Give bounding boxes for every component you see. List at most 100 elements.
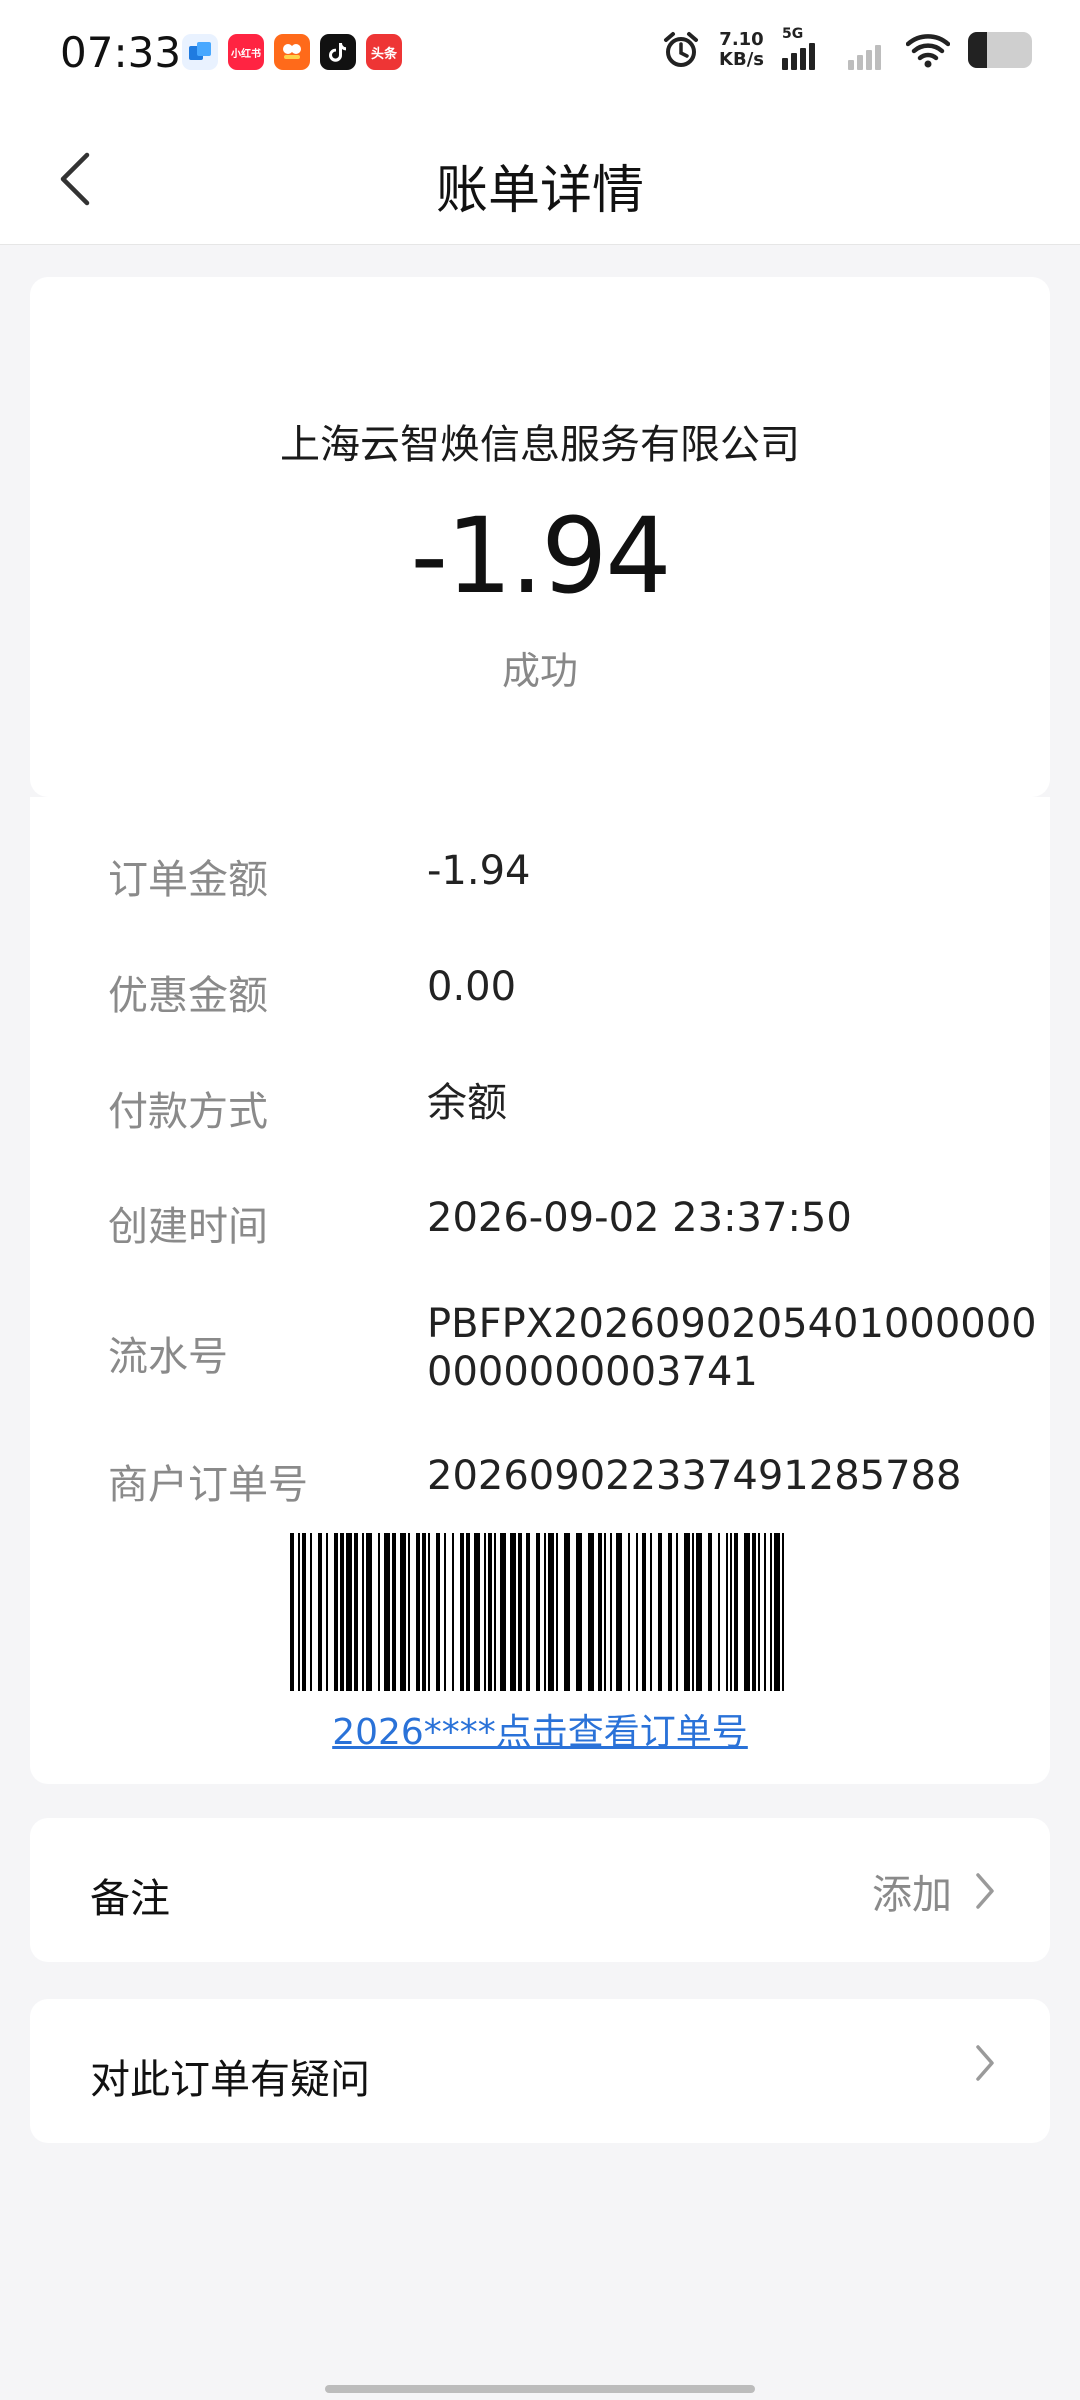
- barcode-bar: [676, 1533, 678, 1691]
- order-question-row[interactable]: 对此订单有疑问: [30, 1999, 1050, 2143]
- barcode-bar: [466, 1533, 470, 1691]
- battery-fill: [968, 32, 988, 68]
- screen: 07:33 小红书 头条 7.10 KB/s 5G 账单详情 上海云智焕信息服务…: [0, 0, 1080, 2400]
- barcode-bar: [758, 1533, 760, 1691]
- barcode-bar: [518, 1533, 522, 1691]
- barcode-bar: [734, 1533, 738, 1691]
- barcode-bar: [290, 1533, 294, 1691]
- status-bar: 07:33 小红书 头条 7.10 KB/s 5G: [0, 0, 1080, 110]
- battery-icon: [968, 32, 1032, 68]
- barcode-bar: [744, 1533, 750, 1691]
- barcode-bar: [460, 1533, 464, 1691]
- barcode-bar: [474, 1533, 480, 1691]
- xiaohongshu-icon: 小红书: [228, 34, 264, 70]
- barcode-bar: [774, 1533, 780, 1691]
- barcode-bar: [658, 1533, 662, 1691]
- barcode-bar: [400, 1533, 406, 1691]
- barcode-bar: [650, 1533, 652, 1691]
- tiktok-icon: [320, 34, 356, 70]
- barcode-image: [290, 1533, 784, 1691]
- barcode-bar: [436, 1533, 440, 1691]
- detail-value: PBFPX20260902054010000000000000003741: [427, 1301, 1037, 1395]
- detail-label: 商户订单号: [108, 1462, 308, 1508]
- barcode-bar: [576, 1533, 582, 1691]
- merchant-name: 上海云智焕信息服务有限公司: [280, 422, 800, 468]
- barcode-bar: [428, 1533, 430, 1691]
- barcode-bar: [298, 1533, 300, 1691]
- detail-value: 余额: [427, 1080, 507, 1126]
- detail-label: 流水号: [108, 1334, 228, 1380]
- barcode-bar: [708, 1533, 712, 1691]
- barcode-bar: [616, 1533, 622, 1691]
- remark-add-text: 添加: [872, 1872, 952, 1918]
- barcode-bar: [334, 1533, 338, 1691]
- barcode-bar: [378, 1533, 380, 1691]
- chevron-right-icon: [976, 1873, 994, 1909]
- barcode-bar: [362, 1533, 364, 1691]
- barcode-bar: [770, 1533, 772, 1691]
- summary-card: 上海云智焕信息服务有限公司 -1.94 成功: [30, 277, 1050, 797]
- detail-label: 付款方式: [108, 1089, 268, 1135]
- barcode-bar: [696, 1533, 702, 1691]
- barcode-bar: [422, 1533, 426, 1691]
- barcode-bar: [752, 1533, 756, 1691]
- barcode-bar: [302, 1533, 306, 1691]
- barcode-bar: [588, 1533, 594, 1691]
- network-speed: 7.10 KB/s: [719, 29, 764, 70]
- barcode-bar: [642, 1533, 646, 1691]
- barcode-bar: [544, 1533, 546, 1691]
- barcode-bar: [556, 1533, 558, 1691]
- barcode-bar: [636, 1533, 638, 1691]
- page-title: 账单详情: [435, 161, 644, 221]
- toutiao-icon: 头条: [366, 34, 402, 70]
- barcode-bar: [326, 1533, 328, 1691]
- detail-value: -1.94: [427, 848, 531, 894]
- order-question-arrow: [974, 2043, 996, 2083]
- barcode-bar: [718, 1533, 720, 1691]
- orange-app-icon: [274, 34, 310, 70]
- order-question-label: 对此订单有疑问: [90, 2057, 370, 2103]
- barcode-bar: [668, 1533, 672, 1691]
- signal-5g-icon: 5G: [782, 26, 830, 70]
- barcode-bar: [526, 1533, 530, 1691]
- transaction-status: 成功: [501, 649, 578, 693]
- barcode-bar: [500, 1533, 506, 1691]
- barcode-bar: [392, 1533, 396, 1691]
- barcode-bar: [310, 1533, 312, 1691]
- barcode-bar: [452, 1533, 454, 1691]
- notification-icons: 小红书 头条: [182, 34, 402, 70]
- barcode-bar: [730, 1533, 732, 1691]
- view-order-number-link[interactable]: 2026****点击查看订单号: [30, 1703, 1050, 1755]
- nav-header: 账单详情: [0, 110, 1080, 245]
- barcode-bar: [444, 1533, 446, 1691]
- barcode-bar: [346, 1533, 352, 1691]
- barcode-bar: [318, 1533, 322, 1691]
- barcode-bar: [408, 1533, 410, 1691]
- barcode-bar: [764, 1533, 766, 1691]
- barcode-bar: [416, 1533, 420, 1691]
- detail-value: 2026-09-02 23:37:50: [427, 1195, 852, 1241]
- wifi-icon: [906, 34, 950, 68]
- barcode-bar: [354, 1533, 358, 1691]
- transaction-amount: -1.94: [410, 495, 671, 617]
- barcode-bar: [494, 1533, 496, 1691]
- barcode-bar: [488, 1533, 492, 1691]
- barcode-bar: [384, 1533, 390, 1691]
- details-card: 订单金额 -1.94 优惠金额 0.00 付款方式 余额 创建时间 2026-0…: [30, 797, 1050, 1784]
- barcode-bar: [692, 1533, 694, 1691]
- barcode-bar: [604, 1533, 606, 1691]
- status-time: 07:33: [60, 28, 182, 77]
- barcode-bar: [782, 1533, 784, 1691]
- remark-label: 备注: [90, 1876, 170, 1922]
- home-indicator[interactable]: [325, 2385, 755, 2393]
- barcode-bar: [366, 1533, 372, 1691]
- remark-action[interactable]: 添加: [872, 1862, 996, 1920]
- detail-value: 20260902233749128578​8: [427, 1453, 962, 1499]
- barcode-bar: [484, 1533, 486, 1691]
- barcode-bar: [340, 1533, 344, 1691]
- barcode-bar: [684, 1533, 690, 1691]
- barcode-bar: [548, 1533, 554, 1691]
- remark-row[interactable]: 备注 添加: [30, 1818, 1050, 1962]
- barcode-bar: [628, 1533, 630, 1691]
- detail-label: 优惠金额: [108, 973, 268, 1019]
